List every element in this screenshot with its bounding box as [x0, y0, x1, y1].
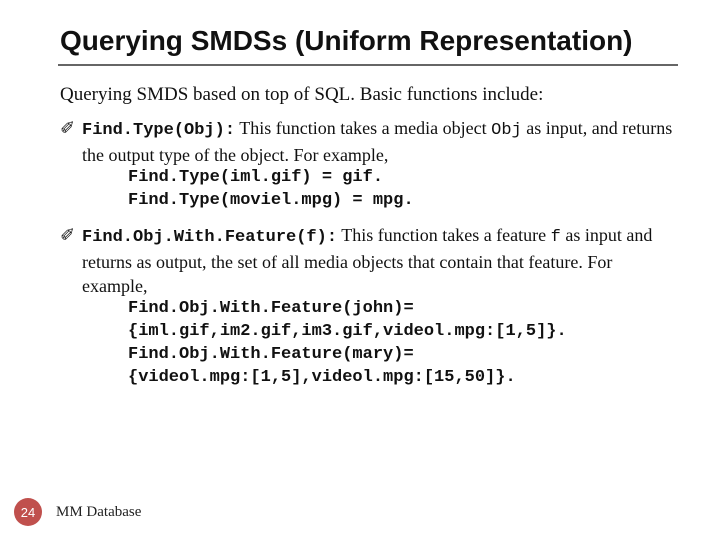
- func-name: Find.Obj.With.Feature(f):: [82, 228, 337, 247]
- page-number-badge: 24: [14, 498, 42, 526]
- slide: Querying SMDSs (Uniform Representation) …: [0, 0, 720, 540]
- example-line: Find.Type(iml.gif) = gif.: [128, 167, 680, 190]
- func-name: Find.Type(Obj):: [82, 121, 235, 140]
- footer-label: MM Database: [56, 504, 141, 521]
- example-line: Find.Obj.With.Feature(john)=: [128, 298, 680, 321]
- desc-text: This function takes a feature: [337, 225, 551, 245]
- example-line: Find.Obj.With.Feature(mary)=: [128, 344, 680, 367]
- intro-text: Querying SMDS based on top of SQL. Basic…: [60, 84, 680, 106]
- example-line: {iml.gif,im2.gif,im3.gif,videol.mpg:[1,5…: [128, 321, 680, 344]
- bullet-item-findtype: ✐ Find.Type(Obj): This function takes a …: [60, 116, 680, 213]
- bullet-item-findobj: ✐ Find.Obj.With.Feature(f): This functio…: [60, 223, 680, 390]
- bullet-icon: ✐: [60, 116, 75, 140]
- bullet-icon: ✐: [60, 223, 75, 247]
- slide-footer: 24 MM Database: [14, 498, 141, 526]
- arg-name: Obj: [491, 121, 522, 140]
- title-underline: [58, 64, 678, 66]
- example-line: Find.Type(moviel.mpg) = mpg.: [128, 190, 680, 213]
- slide-title: Querying SMDSs (Uniform Representation): [60, 24, 680, 58]
- arg-name: f: [551, 228, 561, 247]
- desc-text: This function takes a media object: [235, 118, 491, 138]
- example-line: {videol.mpg:[1,5],videol.mpg:[15,50]}.: [128, 367, 680, 390]
